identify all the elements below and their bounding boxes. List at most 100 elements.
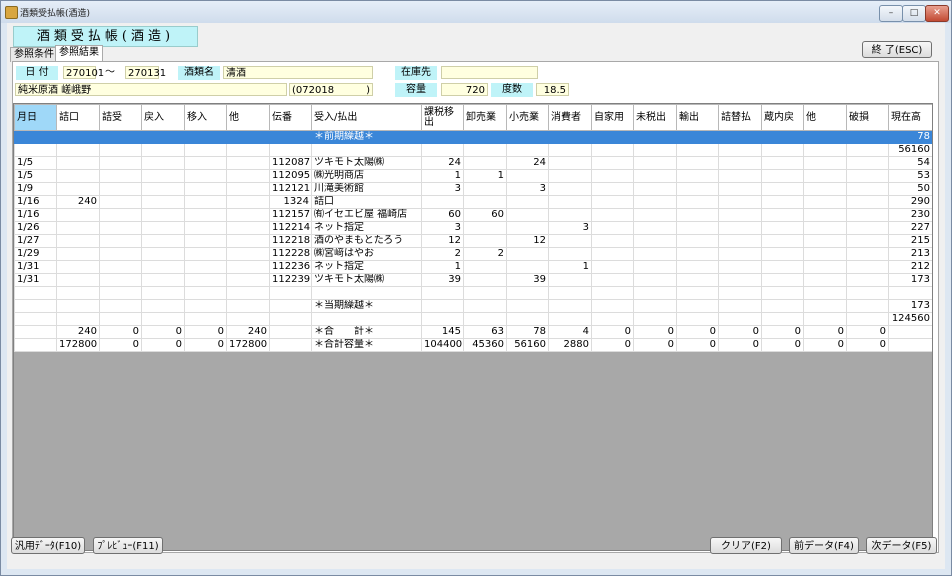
table-cell bbox=[676, 286, 719, 300]
table-cell bbox=[761, 299, 804, 313]
table-cell: 1/26 bbox=[14, 221, 57, 235]
column-header[interactable]: 伝番 bbox=[269, 104, 312, 131]
column-header[interactable]: 課税移出 bbox=[421, 104, 464, 131]
table-row[interactable]: 1/31 112239 ツキモト太陽㈱ 39 39 173 bbox=[14, 273, 932, 287]
prev-data-button[interactable]: 前データ(F4) bbox=[789, 537, 859, 554]
generic-data-button[interactable]: 汎用ﾃﾞｰﾀ(F10) bbox=[11, 537, 85, 554]
table-cell bbox=[14, 325, 57, 339]
maximize-button[interactable]: □ bbox=[902, 5, 926, 22]
column-header[interactable]: 戻入 bbox=[141, 104, 185, 131]
table-cell: 3 bbox=[421, 221, 464, 235]
column-header[interactable]: 移入 bbox=[184, 104, 227, 131]
column-header[interactable]: 卸売業 bbox=[463, 104, 507, 131]
sake-type-field[interactable]: 清酒 bbox=[223, 66, 373, 79]
table-row[interactable]: 172800 0 0 0 172800 ＊合計容量＊ 104400 45360 56160 288… bbox=[14, 338, 932, 352]
column-header[interactable]: 現在高 bbox=[888, 104, 932, 131]
table-cell bbox=[506, 247, 549, 261]
warehouse-field[interactable] bbox=[441, 66, 538, 79]
table-row[interactable]: 240 0 0 0 240 ＊合 計＊ 145 63 78 4 0 0 0 0 0 0 0 bbox=[14, 325, 932, 339]
clear-button[interactable]: クリア(F2) bbox=[710, 537, 782, 554]
column-header[interactable]: 未税出 bbox=[633, 104, 677, 131]
degree-field[interactable]: 18.5 bbox=[536, 83, 569, 96]
table-cell bbox=[463, 312, 507, 326]
tab-search-results[interactable]: 参照結果 bbox=[55, 45, 103, 62]
column-header[interactable]: 月日 bbox=[14, 104, 57, 131]
column-header[interactable]: 小売業 bbox=[506, 104, 549, 131]
table-cell bbox=[676, 195, 719, 209]
table-cell: ＊合計容量＊ bbox=[311, 338, 422, 352]
table-cell bbox=[141, 260, 185, 274]
table-cell: 3 bbox=[548, 221, 592, 235]
exit-button[interactable]: 終 了(ESC) bbox=[862, 41, 932, 58]
table-row[interactable]: 124560 bbox=[14, 312, 932, 326]
table-row[interactable]: 1/9 112121 川滝美術館 3 3 50 bbox=[14, 182, 932, 196]
table-row[interactable]: 1/26 112214 ネット指定 3 3 227 bbox=[14, 221, 932, 235]
table-row[interactable]: 1/31 112236 ネット指定 1 1 212 bbox=[14, 260, 932, 274]
table-cell bbox=[633, 273, 677, 287]
table-row[interactable]: 1/5 112095 ㈱光明商店 1 1 53 bbox=[14, 169, 932, 183]
column-header[interactable]: 蔵内戻 bbox=[761, 104, 804, 131]
column-header[interactable]: 詰受 bbox=[99, 104, 142, 131]
table-cell: 0 bbox=[718, 325, 762, 339]
column-header[interactable]: 消費者 bbox=[548, 104, 592, 131]
column-header[interactable]: 他 bbox=[226, 104, 270, 131]
table-cell bbox=[633, 208, 677, 222]
table-cell: 1/16 bbox=[14, 208, 57, 222]
table-cell bbox=[761, 130, 804, 144]
table-cell bbox=[226, 286, 270, 300]
table-row[interactable]: 1/29 112228 ㈱宮﨑はやお 2 2 213 bbox=[14, 247, 932, 261]
close-button[interactable]: ✕ bbox=[925, 5, 949, 22]
next-data-button[interactable]: 次データ(F5) bbox=[866, 537, 937, 554]
column-header[interactable]: 自家用 bbox=[591, 104, 634, 131]
table-cell bbox=[463, 273, 507, 287]
table-cell bbox=[548, 156, 592, 170]
product-code-field[interactable]: (072018) bbox=[289, 83, 373, 96]
table-cell bbox=[14, 130, 57, 144]
table-cell bbox=[99, 130, 142, 144]
table-cell bbox=[803, 234, 847, 248]
minimize-button[interactable]: – bbox=[879, 5, 903, 22]
table-row[interactable]: ＊当期繰越＊ 173 bbox=[14, 299, 932, 313]
table-cell bbox=[676, 273, 719, 287]
table-cell: 60 bbox=[463, 208, 507, 222]
tab-search-conditions[interactable]: 参照条件 bbox=[10, 47, 58, 62]
table-cell bbox=[718, 260, 762, 274]
table-cell bbox=[56, 208, 100, 222]
ledger-grid[interactable]: 月日 詰口 詰受 戻入 移入他伝番 受入/払出 課税移出 卸売業 小売業 消費者 自家用 未税出 輸出詰… bbox=[13, 103, 933, 551]
table-cell bbox=[633, 130, 677, 144]
table-cell: 290 bbox=[888, 195, 932, 209]
table-row[interactable]: 56160 bbox=[14, 143, 932, 157]
table-cell bbox=[226, 208, 270, 222]
table-cell: 12 bbox=[506, 234, 549, 248]
table-cell bbox=[226, 260, 270, 274]
table-row[interactable]: 1/16 112157 ㈲イセエビ屋 福崎店 60 60 230 bbox=[14, 208, 932, 222]
table-row[interactable]: 1/16 240 1324 詰口 290 bbox=[14, 195, 932, 209]
table-cell bbox=[311, 143, 422, 157]
table-row[interactable]: 1/27 112218 酒のやまもとたろう 12 12 215 bbox=[14, 234, 932, 248]
table-cell: ㈱宮﨑はやお bbox=[311, 247, 422, 261]
table-row[interactable]: ＊前期繰越＊ 78 bbox=[14, 130, 932, 144]
table-cell bbox=[141, 195, 185, 209]
preview-button[interactable]: ﾌﾟﾚﾋﾞｭｰ(F11) bbox=[93, 537, 163, 554]
table-cell bbox=[463, 195, 507, 209]
column-header[interactable]: 詰口 bbox=[56, 104, 100, 131]
column-header[interactable]: 詰替払 bbox=[718, 104, 762, 131]
product-name-field[interactable]: 純米原酒 嵯峨野 bbox=[15, 83, 287, 96]
table-cell bbox=[591, 221, 634, 235]
table-cell: 24 bbox=[506, 156, 549, 170]
table-cell bbox=[548, 169, 592, 183]
table-cell: 104400 bbox=[421, 338, 464, 352]
table-cell: 0 bbox=[141, 325, 185, 339]
table-cell bbox=[591, 130, 634, 144]
column-header[interactable]: 破損 bbox=[846, 104, 889, 131]
table-row[interactable]: 1/5 112087 ツキモト太陽㈱ 24 24 54 bbox=[14, 156, 932, 170]
volume-field[interactable]: 720 bbox=[441, 83, 488, 96]
column-header[interactable]: 他 bbox=[803, 104, 847, 131]
table-row[interactable] bbox=[14, 286, 932, 300]
table-cell: 112214 bbox=[269, 221, 312, 235]
date-from-field[interactable]: 270101 bbox=[63, 66, 104, 79]
column-header[interactable]: 受入/払出 bbox=[311, 104, 422, 131]
column-header[interactable]: 輸出 bbox=[676, 104, 719, 131]
table-cell bbox=[184, 143, 227, 157]
date-to-field[interactable]: 270131 bbox=[125, 66, 166, 79]
